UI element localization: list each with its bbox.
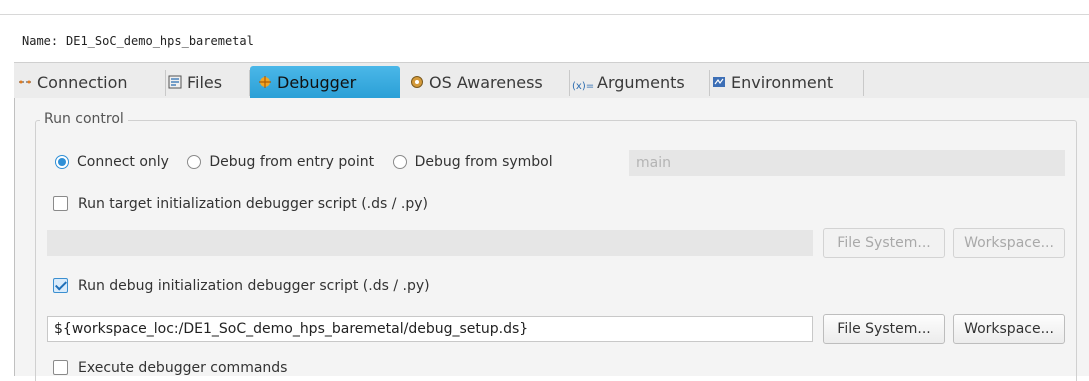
tab-debugger-label: Debugger — [277, 73, 357, 92]
target-init-script-input[interactable] — [47, 230, 813, 256]
debug-file-system-button[interactable]: File System... — [823, 314, 945, 344]
tab-files-label: Files — [187, 73, 223, 92]
target-init-label: Run target initialization debugger scrip… — [78, 196, 429, 212]
tab-connection-label: Connection — [37, 73, 128, 92]
files-icon — [168, 68, 182, 89]
tab-environment[interactable]: Environment — [712, 67, 864, 98]
radio-debug-from-entry[interactable]: Debug from entry point — [187, 154, 374, 170]
symbol-input[interactable]: main — [629, 150, 1065, 176]
execute-commands-label: Execute debugger commands — [78, 360, 288, 376]
debugger-icon — [258, 67, 272, 88]
target-workspace-button[interactable]: Workspace... — [953, 228, 1065, 258]
tab-files[interactable]: Files — [168, 67, 250, 98]
debug-init-label: Run debug initialization debugger script… — [78, 278, 430, 294]
tab-arguments[interactable]: (x)= Arguments — [572, 67, 710, 98]
environment-icon — [712, 68, 726, 87]
target-file-system-button[interactable]: File System... — [823, 228, 945, 258]
debug-init-script-input[interactable]: ${workspace_loc:/DE1_SoC_demo_hps_bareme… — [47, 316, 813, 342]
run-mode-radios: Connect only Debug from entry point Debu… — [55, 154, 553, 170]
tab-environment-label: Environment — [731, 73, 834, 92]
radio-debug-from-symbol[interactable]: Debug from symbol — [392, 154, 553, 170]
launch-config-tabs: Connection Files Debugger OS Awareness (… — [14, 62, 1089, 100]
debugger-panel: Run control Connect only Debug from entr… — [14, 98, 1089, 381]
connection-icon — [18, 68, 32, 84]
arguments-icon: (x)= — [572, 81, 595, 92]
os-awareness-icon — [410, 68, 424, 88]
target-init-checkbox[interactable]: Run target initialization debugger scrip… — [53, 196, 428, 212]
execute-commands-checkbox[interactable]: Execute debugger commands — [53, 360, 287, 376]
top-divider — [0, 0, 1089, 15]
tab-os-awareness[interactable]: OS Awareness — [410, 67, 570, 98]
debug-workspace-button[interactable]: Workspace... — [953, 314, 1065, 344]
run-control-legend: Run control — [40, 111, 128, 127]
radio-connect-only[interactable]: Connect only — [55, 154, 169, 170]
name-input[interactable] — [66, 30, 1089, 52]
name-label: Name: — [22, 34, 59, 48]
tab-debugger[interactable]: Debugger — [250, 66, 400, 99]
debug-init-checkbox[interactable]: Run debug initialization debugger script… — [53, 278, 430, 294]
tab-arguments-label: Arguments — [597, 73, 685, 92]
tab-os-awareness-label: OS Awareness — [429, 73, 543, 92]
tab-connection[interactable]: Connection — [18, 67, 166, 98]
name-row: Name: — [14, 30, 1089, 54]
